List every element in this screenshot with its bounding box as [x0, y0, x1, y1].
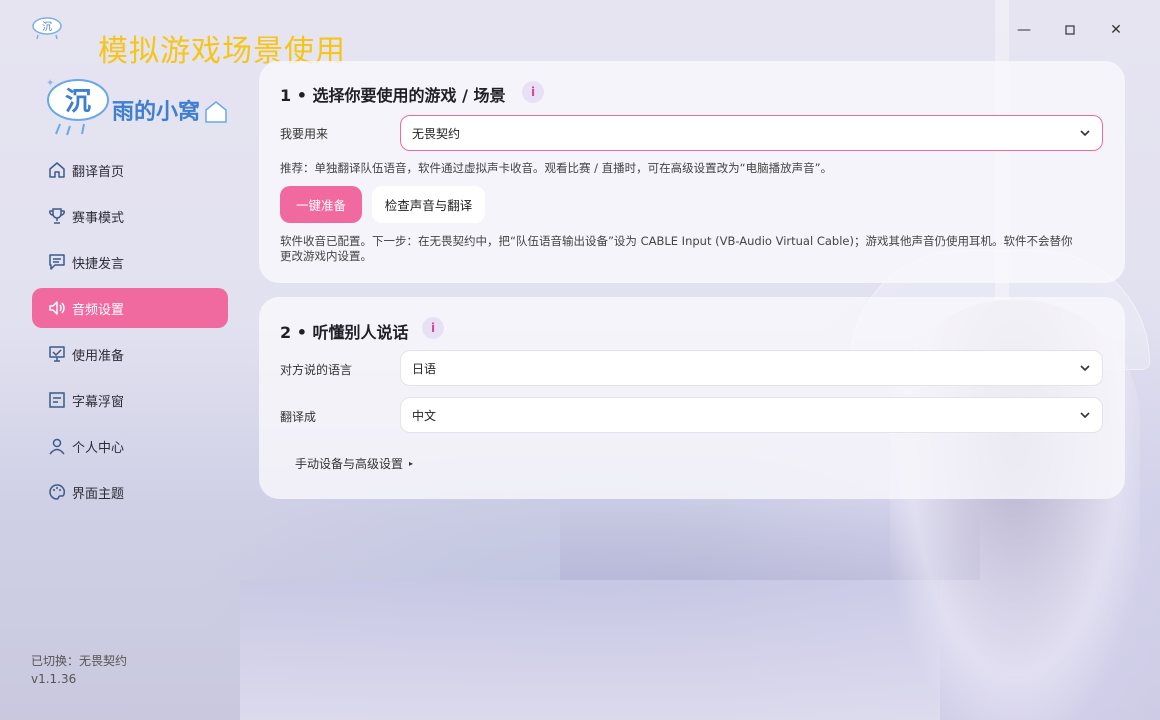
advanced-settings-label: 手动设备与高级设置 [295, 457, 404, 471]
recommendation-text: 推荐：单独翻译队伍语音，软件通过虚拟声卡收音。观看比赛 / 直播时，可在高级设置… [280, 161, 833, 175]
subtitle-icon [46, 389, 68, 411]
config-status-line-1: 软件收音已配置。下一步：在无畏契约中，把“队伍语音输出设备”设为 CABLE I… [280, 234, 1073, 248]
config-status-text: 软件收音已配置。下一步：在无畏契约中，把“队伍语音输出设备”设为 CABLE I… [280, 234, 1072, 264]
source-language-select[interactable]: 日语 [400, 350, 1103, 386]
config-status-line-2: 更改游戏内设置。 [280, 249, 372, 263]
sidebar-item-audio-settings[interactable]: 音频设置 [32, 288, 228, 328]
section-title: 2 • 听懂别人说话 [280, 323, 409, 342]
chevron-down-icon [1080, 130, 1090, 137]
info-icon[interactable]: i [422, 317, 444, 339]
sidebar-item-label: 翻译首页 [72, 164, 125, 180]
close-button[interactable]: ✕ [1096, 18, 1136, 42]
logo-text-1: 沉 [65, 87, 91, 117]
check-audio-button[interactable]: 检查声音与翻译 [372, 186, 485, 223]
maximize-icon [1065, 25, 1075, 35]
use-for-label: 我要用来 [280, 127, 329, 141]
target-language-select[interactable]: 中文 [400, 397, 1103, 433]
sidebar-item-label: 音频设置 [72, 302, 125, 318]
switch-status: 已切换：无畏契约 [31, 654, 128, 668]
sidebar-item-label: 快捷发言 [72, 256, 125, 272]
chevron-down-icon [1080, 412, 1090, 419]
info-icon[interactable]: i [522, 81, 544, 103]
chat-icon [46, 251, 68, 273]
sidebar-item-subtitle-window[interactable]: 字幕浮窗 [32, 380, 228, 420]
target-language-label: 翻译成 [280, 410, 317, 424]
target-language-value: 中文 [412, 408, 437, 423]
logo: 沉 雨的小窝 ✦ [46, 78, 227, 136]
svg-text:沉: 沉 [42, 20, 52, 33]
sidebar-item-preparation[interactable]: 使用准备 [32, 334, 228, 374]
one-click-prepare-button[interactable]: 一键准备 [280, 186, 362, 223]
speaker-icon [46, 297, 68, 319]
home-icon [46, 159, 68, 181]
scene-select-value: 无畏契约 [412, 126, 461, 141]
sidebar-item-profile[interactable]: 个人中心 [32, 426, 228, 466]
sidebar-item-label: 个人中心 [72, 440, 125, 456]
translation-card: 2 • 听懂别人说话 i 对方说的语言 日语 翻译成 中文 手动设备与高级设置 … [259, 297, 1125, 499]
maximize-button[interactable] [1050, 18, 1090, 42]
section-title: 1 • 选择你要使用的游戏 / 场景 [280, 86, 506, 105]
advanced-settings-link[interactable]: 手动设备与高级设置 ▸ [295, 455, 413, 472]
caret-right-icon: ▸ [409, 459, 414, 468]
user-icon [46, 435, 68, 457]
sidebar-item-theme[interactable]: 界面主题 [32, 472, 228, 512]
sidebar-item-label: 字幕浮窗 [72, 394, 125, 410]
sidebar-item-home[interactable]: 翻译首页 [32, 150, 228, 190]
source-language-label: 对方说的语言 [280, 363, 353, 377]
source-language-value: 日语 [412, 361, 437, 376]
chevron-down-icon [1080, 365, 1090, 372]
sidebar-item-label: 界面主题 [72, 486, 125, 502]
version-label: v1.1.36 [31, 672, 77, 686]
sidebar-status: 已切换：无畏契约 v1.1.36 [31, 652, 127, 688]
scene-select[interactable]: 无畏契约 [400, 115, 1103, 151]
sidebar-item-label: 赛事模式 [72, 210, 125, 226]
sidebar-nav: 翻译首页 赛事模式 快捷发言 音频设置 使用准备 字幕浮窗 个人中心 界面主题 [32, 150, 228, 518]
palette-icon [46, 481, 68, 503]
sidebar-item-tournament[interactable]: 赛事模式 [32, 196, 228, 236]
logo-text-2: 雨的小窝 [112, 99, 200, 125]
trophy-icon [46, 205, 68, 227]
app-icon: 沉 [32, 17, 62, 40]
svg-text:✦: ✦ [46, 78, 54, 89]
background-water [240, 580, 940, 720]
sidebar-item-quick-speech[interactable]: 快捷发言 [32, 242, 228, 282]
minimize-button[interactable]: — [1004, 18, 1044, 42]
monitor-check-icon [46, 343, 68, 365]
sidebar-item-label: 使用准备 [72, 348, 125, 364]
scene-selection-card: 1 • 选择你要使用的游戏 / 场景 i 我要用来 无畏契约 推荐：单独翻译队伍… [259, 61, 1125, 283]
